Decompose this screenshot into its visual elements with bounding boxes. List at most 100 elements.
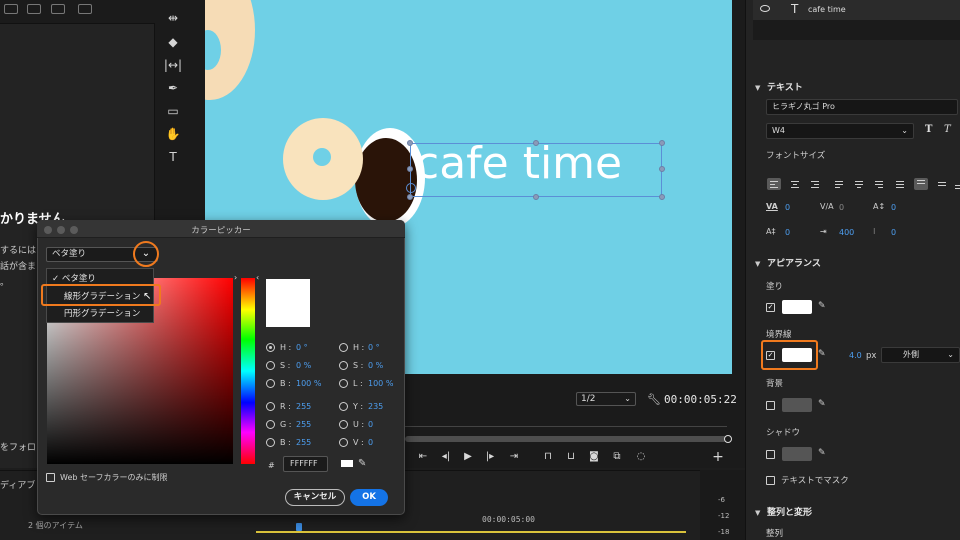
- resize-handle[interactable]: [407, 140, 413, 146]
- align-section-header[interactable]: ▼ 整列と変形: [755, 505, 812, 518]
- compare-icon[interactable]: ⧉: [609, 451, 625, 463]
- pen-icon[interactable]: ✒: [162, 78, 184, 98]
- step-back-icon[interactable]: ◂|: [438, 451, 454, 463]
- channel-value[interactable]: 0 %: [296, 361, 311, 370]
- stroke-width-value[interactable]: 4.0: [849, 351, 862, 360]
- radio-hsl-saturation[interactable]: [339, 361, 348, 370]
- resize-handle[interactable]: [407, 166, 413, 172]
- kerning-value[interactable]: 0: [785, 203, 790, 212]
- channel-value[interactable]: 0: [368, 438, 373, 447]
- tab-width-value[interactable]: 400: [839, 228, 854, 237]
- extract-icon[interactable]: ⊔: [563, 451, 579, 463]
- channel-value[interactable]: 0: [368, 420, 373, 429]
- work-area-bar[interactable]: [256, 531, 686, 533]
- eyedropper-icon[interactable]: ✎: [818, 448, 826, 458]
- radio-red[interactable]: [266, 402, 275, 411]
- resize-handle[interactable]: [533, 194, 539, 200]
- monitor-scrub-bar[interactable]: [405, 436, 727, 442]
- align-right-button[interactable]: [808, 178, 822, 190]
- slip-icon[interactable]: |↔|: [162, 55, 184, 75]
- channel-value[interactable]: 255: [296, 438, 311, 447]
- tsume-value[interactable]: 0: [891, 228, 896, 237]
- justify-left-button[interactable]: [832, 178, 846, 190]
- channel-value[interactable]: 0 °: [296, 343, 308, 352]
- eyedropper-icon[interactable]: ✎: [358, 458, 366, 469]
- panel-tab-icon[interactable]: [51, 4, 65, 14]
- timeline-playhead[interactable]: [296, 523, 302, 531]
- resize-handle[interactable]: [659, 194, 665, 200]
- monitor-time-ruler[interactable]: [405, 426, 727, 432]
- channel-value[interactable]: 0 %: [368, 361, 383, 370]
- add-button-icon[interactable]: +: [710, 450, 726, 464]
- step-forward-icon[interactable]: |▸: [482, 451, 498, 463]
- justify-center-button[interactable]: [852, 178, 866, 190]
- lift-icon[interactable]: ⊓: [540, 451, 556, 463]
- background-color-swatch[interactable]: [782, 398, 812, 412]
- channel-value[interactable]: 235: [368, 402, 383, 411]
- camera-icon[interactable]: ◙: [586, 451, 602, 463]
- razor-icon[interactable]: ◆: [162, 32, 184, 52]
- channel-value[interactable]: 100 %: [368, 379, 393, 388]
- panel-tab-icon[interactable]: [27, 4, 41, 14]
- radio-blue[interactable]: [266, 438, 275, 447]
- play-icon[interactable]: ▶: [460, 451, 476, 463]
- panel-tab-icon[interactable]: [4, 4, 18, 14]
- shadow-color-swatch[interactable]: [782, 447, 812, 461]
- eyedropper-icon[interactable]: ✎: [818, 349, 826, 359]
- align-bottom-button[interactable]: [952, 178, 960, 190]
- align-left-button[interactable]: [767, 178, 781, 190]
- eyedropper-icon[interactable]: ✎: [818, 301, 826, 311]
- ok-button[interactable]: OK: [350, 489, 388, 506]
- radio-v[interactable]: [339, 438, 348, 447]
- channel-value[interactable]: 255: [296, 420, 311, 429]
- mask-checkbox[interactable]: [766, 476, 775, 485]
- mark-in-icon[interactable]: ⇤: [415, 451, 431, 463]
- italic-button[interactable]: T: [944, 124, 951, 135]
- baseline-shift-value[interactable]: 0: [891, 203, 896, 212]
- justify-right-button[interactable]: [872, 178, 886, 190]
- bold-button[interactable]: T: [925, 124, 932, 135]
- radio-brightness[interactable]: [266, 379, 275, 388]
- fill-color-swatch[interactable]: [782, 300, 812, 314]
- radio-saturation[interactable]: [266, 361, 275, 370]
- hue-slider[interactable]: [241, 278, 255, 464]
- fill-checkbox[interactable]: ✓: [766, 303, 775, 312]
- scrub-end-handle[interactable]: [724, 435, 732, 443]
- radio-lightness[interactable]: [339, 379, 348, 388]
- go-to-out-icon[interactable]: ⇥: [506, 451, 522, 463]
- font-family-field[interactable]: ヒラギノ丸ゴ Pro: [766, 99, 958, 115]
- anchor-point-icon[interactable]: [406, 183, 416, 193]
- rectangle-icon[interactable]: ▭: [162, 101, 184, 121]
- menu-item-solid[interactable]: ✓ ベタ塗り: [52, 272, 96, 284]
- text-bounding-box[interactable]: [410, 143, 662, 197]
- appearance-section-header[interactable]: ▼ アピアランス: [755, 256, 821, 269]
- tracking-value[interactable]: 0: [839, 203, 844, 212]
- resize-handle[interactable]: [659, 166, 665, 172]
- font-weight-select[interactable]: W4 ⌄: [766, 123, 914, 139]
- justify-all-button[interactable]: [893, 178, 907, 190]
- resize-handle[interactable]: [407, 194, 413, 200]
- program-timecode[interactable]: 00:00:05:22: [664, 393, 737, 406]
- eyedropper-icon[interactable]: ✎: [818, 399, 826, 409]
- align-middle-button[interactable]: [935, 178, 949, 190]
- channel-value[interactable]: 255: [296, 402, 311, 411]
- layer-name[interactable]: cafe time: [808, 5, 846, 14]
- background-checkbox[interactable]: [766, 401, 775, 410]
- resize-handle[interactable]: [659, 140, 665, 146]
- radio-hsl-hue[interactable]: [339, 343, 348, 352]
- track-select-icon[interactable]: ⇹: [162, 8, 184, 28]
- stroke-position-select[interactable]: 外側 ⌄: [881, 347, 960, 363]
- websafe-checkbox[interactable]: [46, 473, 55, 482]
- hex-input[interactable]: FFFFFF: [283, 456, 328, 472]
- radio-hue[interactable]: [266, 343, 275, 352]
- resize-handle[interactable]: [533, 140, 539, 146]
- text-section-header[interactable]: ▼ テキスト: [755, 80, 803, 93]
- settings-wrench-icon[interactable]: 🔧︎: [647, 393, 661, 406]
- channel-value[interactable]: 100 %: [296, 379, 321, 388]
- align-center-button[interactable]: [788, 178, 802, 190]
- radio-u[interactable]: [339, 420, 348, 429]
- type-icon[interactable]: T: [162, 147, 184, 167]
- chevron-down-icon[interactable]: ⌄: [133, 241, 159, 267]
- follow-text[interactable]: をフォロ: [0, 440, 36, 453]
- radio-luma[interactable]: [339, 402, 348, 411]
